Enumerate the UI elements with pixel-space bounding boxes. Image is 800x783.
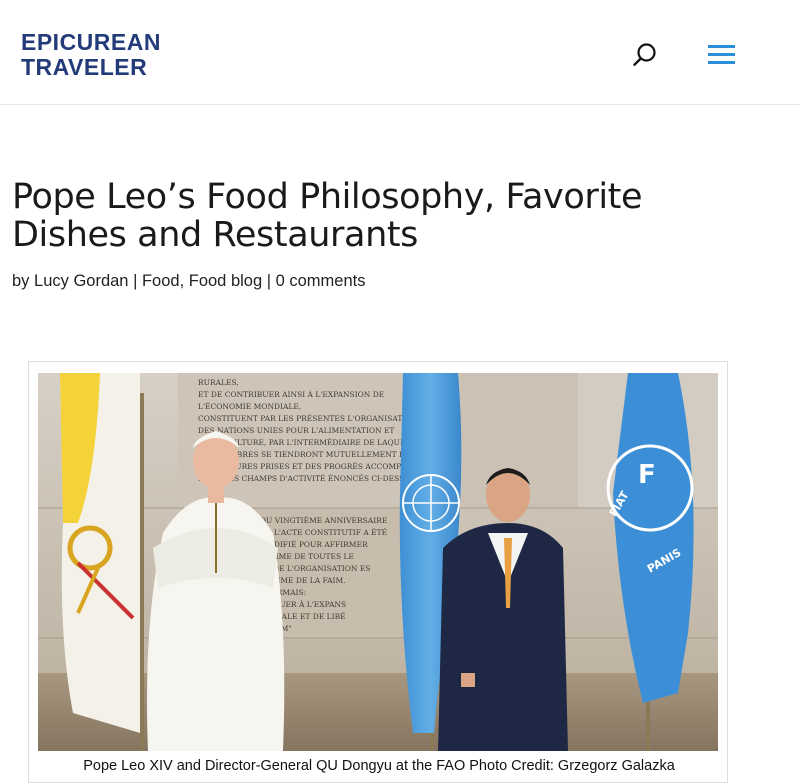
- article-figure: RURALES, ET DE CONTRIBUER AINSI À L'EXPA…: [28, 361, 728, 783]
- wall-text-line: ET DE CONTRIBUER AINSI À L'EXPANSION DE: [198, 390, 384, 399]
- logo-line-1: EPICUREAN: [21, 29, 161, 55]
- wall-text-line: DES NATIONS UNIES POUR L'ALIMENTATION ET: [198, 426, 394, 435]
- featured-photo: RURALES, ET DE CONTRIBUER AINSI À L'EXPA…: [38, 373, 718, 751]
- wall-text-line: DE L'ACTE CONSTITUTIF A ÉTÉ: [260, 528, 387, 537]
- logo-line-2: TRAVELER: [21, 54, 148, 80]
- search-icon[interactable]: [630, 40, 660, 70]
- wall-text-line: RURALES,: [198, 378, 239, 387]
- byline-prefix: by: [12, 272, 35, 290]
- hamburger-menu-icon[interactable]: [706, 40, 738, 70]
- vatican-flag: [60, 373, 140, 733]
- fao-flag-letter: F: [638, 460, 656, 490]
- category-link-food-blog[interactable]: Food blog: [189, 272, 262, 290]
- comments-link[interactable]: 0 comments: [276, 272, 366, 290]
- author-link[interactable]: Lucy Gordan: [34, 272, 128, 290]
- site-logo[interactable]: EPICUREAN TRAVELER: [21, 30, 161, 80]
- wall-text-line: CONSTITUENT PAR LES PRÉSENTES L'ORGANISA…: [198, 414, 418, 423]
- article-meta: by Lucy Gordan | Food, Food blog | 0 com…: [12, 272, 365, 291]
- site-header: EPICUREAN TRAVELER: [0, 0, 800, 105]
- wall-text-line: L'ÉCONOMIE MONDIALE,: [198, 402, 301, 411]
- category-link-food[interactable]: Food: [142, 272, 180, 290]
- meta-separator: |: [262, 272, 276, 290]
- category-comma: ,: [179, 272, 189, 290]
- meta-separator: |: [128, 272, 142, 290]
- wall-text-line: DU VINGTIÈME ANNIVERSAIRE: [260, 516, 387, 525]
- photo-illustration: RURALES, ET DE CONTRIBUER AINSI À L'EXPA…: [38, 373, 718, 751]
- article-title: Pope Leo’s Food Philosophy, Favorite Dis…: [12, 177, 643, 255]
- photo-caption: Pope Leo XIV and Director-General QU Don…: [83, 758, 675, 774]
